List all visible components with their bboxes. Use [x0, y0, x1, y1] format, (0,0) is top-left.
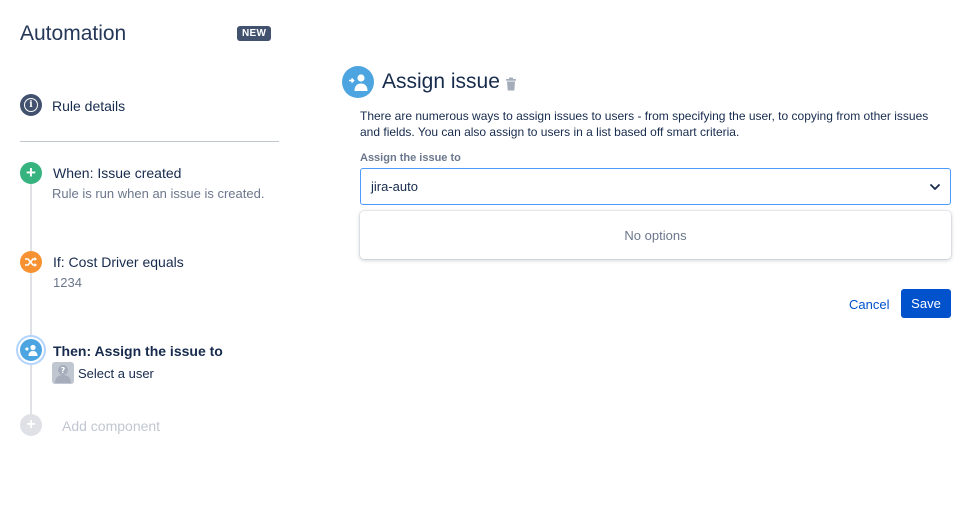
cancel-button[interactable]: Cancel [843, 290, 895, 318]
rule-details-label: Rule details [52, 98, 126, 114]
assign-user-icon [20, 339, 42, 361]
when-step-description: Rule is run when an issue is created. [52, 186, 265, 201]
app-title: Automation [20, 22, 127, 45]
panel-title: Assign issue [382, 70, 500, 93]
plus-icon: + [20, 162, 42, 184]
assign-user-icon [342, 66, 374, 98]
shuffle-icon [20, 251, 42, 273]
user-avatar: ? [52, 362, 74, 384]
assignee-select-value[interactable]: jira-auto [371, 179, 418, 194]
assignee-select[interactable]: jira-auto [360, 168, 951, 205]
plus-icon: + [20, 414, 42, 436]
if-step-label: If: Cost Driver equals [53, 254, 184, 270]
trash-icon[interactable] [505, 77, 517, 91]
svg-text:?: ? [61, 366, 66, 375]
save-button[interactable]: Save [901, 289, 951, 318]
when-step-label: When: Issue created [53, 165, 182, 181]
no-options-message: No options [624, 227, 687, 243]
new-badge: NEW [237, 26, 272, 41]
timeline-line [30, 172, 32, 426]
assign-field-label: Assign the issue to [360, 152, 461, 164]
chevron-down-icon[interactable] [928, 180, 942, 194]
then-step-label: Then: Assign the issue to [53, 343, 223, 359]
panel-description: There are numerous ways to assign issues… [360, 109, 929, 139]
add-component-label: Add component [62, 418, 161, 434]
select-user-label: Select a user [78, 366, 154, 381]
info-icon: i [20, 94, 42, 116]
select-dropdown-menu: No options [360, 211, 951, 259]
divider [20, 141, 279, 142]
if-step-value: 1234 [53, 275, 82, 290]
